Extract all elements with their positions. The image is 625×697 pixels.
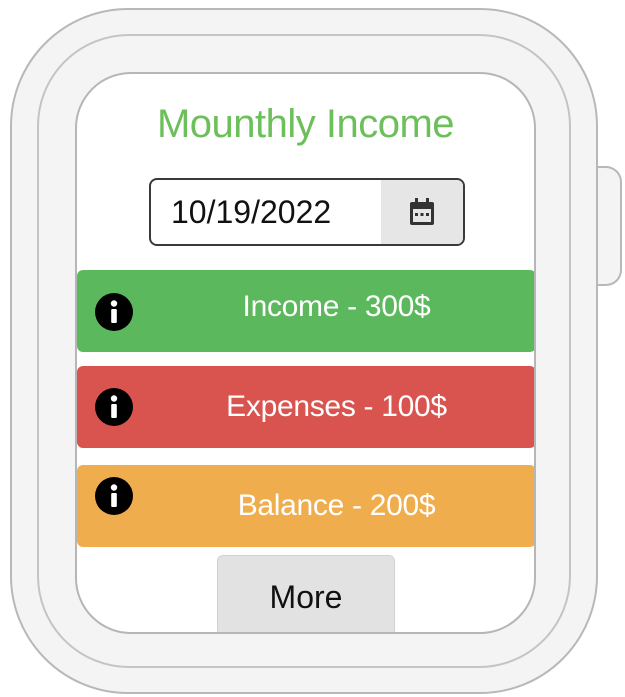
date-picker-button[interactable] <box>381 180 463 244</box>
watch-screen: Mounthly Income 10/19/2022 Income - 300$… <box>75 72 536 634</box>
expenses-label: Expenses - 100$ <box>226 390 447 423</box>
income-label: Income - 300$ <box>242 290 431 323</box>
balance-label: Balance - 200$ <box>237 489 436 522</box>
info-icon[interactable] <box>95 388 133 426</box>
calendar-icon <box>410 198 434 225</box>
balance-card[interactable]: Balance - 200$ <box>77 465 534 547</box>
page-title: Mounthly Income <box>156 102 455 146</box>
date-input[interactable]: 10/19/2022 <box>149 178 465 246</box>
expenses-card[interactable]: Expenses - 100$ <box>77 366 534 448</box>
info-icon[interactable] <box>95 477 133 515</box>
smartwatch-mockup: Mounthly Income 10/19/2022 Income - 300$… <box>0 0 625 697</box>
watch-crown-button <box>598 166 622 286</box>
date-value: 10/19/2022 <box>171 194 332 230</box>
info-icon[interactable] <box>95 293 133 331</box>
more-button[interactable]: More <box>217 555 395 632</box>
income-card[interactable]: Income - 300$ <box>77 270 534 352</box>
